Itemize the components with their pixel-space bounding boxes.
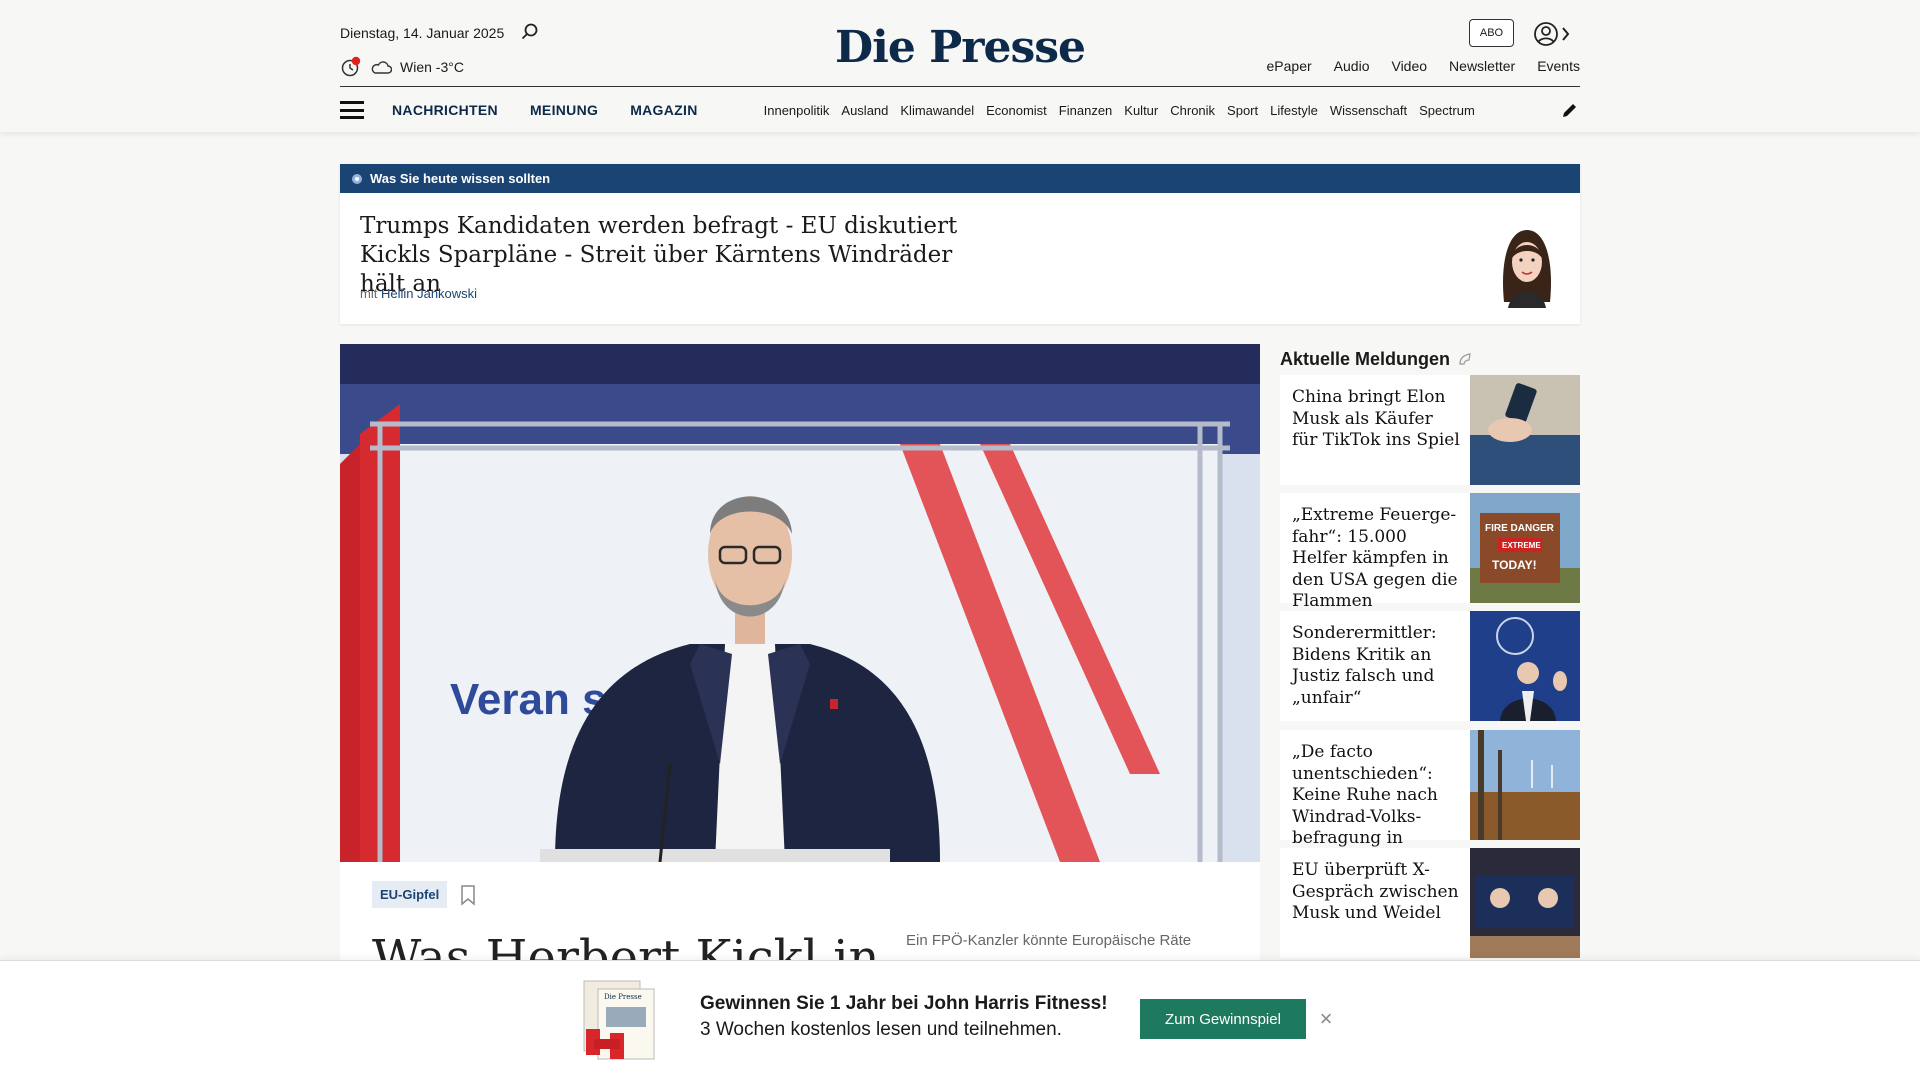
nav-meinung[interactable]: MEINUNG [530, 102, 598, 118]
subnav-kultur[interactable]: Kultur [1124, 103, 1158, 118]
article-category-tag[interactable]: EU-Gipfel [372, 881, 448, 908]
subnav-wissenschaft[interactable]: Wissenschaft [1330, 103, 1407, 118]
news-item-title[interactable]: EU überprüft X-Gespräch zwischen Musk un… [1280, 848, 1470, 958]
promo-headline: Gewinnen Sie 1 Jahr bei John Harris Fitn… [700, 993, 1108, 1014]
sidebar-title: Aktuelle Meldungen [1280, 348, 1451, 369]
subnav-klimawandel[interactable]: Klimawandel [900, 103, 974, 118]
nav-magazin[interactable]: MAGAZIN [630, 102, 697, 118]
news-item-image [1470, 611, 1580, 721]
author-avatar [1502, 230, 1552, 308]
close-icon[interactable]: × [1316, 1008, 1336, 1030]
main-navigation: NACHRICHTEN MEINUNG MAGAZIN Innenpolitik… [340, 96, 1580, 124]
news-item-image [1470, 730, 1580, 840]
briefing-meta-prefix: mit [360, 286, 378, 301]
toplink-epaper[interactable]: ePaper [1267, 58, 1312, 74]
nav-nachrichten[interactable]: NACHRICHTEN [392, 102, 498, 118]
news-item-image: FIRE DANGER EXTREME TODAY! [1470, 493, 1580, 603]
news-sidebar: Aktuelle Meldungen China bringt Elon Mus… [1280, 344, 1580, 958]
hero-image[interactable]: Veran sterreich [340, 344, 1260, 862]
news-item[interactable]: EU überprüft X-Gespräch zwischen Musk un… [1280, 848, 1580, 958]
svg-text:EXTREME: EXTREME [1502, 541, 1541, 550]
pencil-icon[interactable] [1560, 100, 1580, 120]
site-logo[interactable]: Die Presse [0, 22, 1920, 73]
news-item[interactable]: China bringt Elon Musk als Käufer für Ti… [1280, 375, 1580, 485]
briefing-bar: Was Sie heute wissen sollten [340, 164, 1580, 193]
promo-image: Die Presse [583, 980, 655, 1060]
toplink-newsletter[interactable]: Newsletter [1449, 58, 1515, 74]
daily-briefing[interactable]: Was Sie heute wissen sollten Trumps Kand… [340, 164, 1580, 324]
svg-text:FIRE DANGER: FIRE DANGER [1485, 523, 1555, 534]
news-item-image [1470, 375, 1580, 485]
live-dot-icon [352, 173, 362, 184]
toplink-audio[interactable]: Audio [1334, 58, 1370, 74]
promo-cta-button[interactable]: Zum Gewinnspiel [1140, 999, 1306, 1039]
subnav-lifestyle[interactable]: Lifestyle [1270, 103, 1318, 118]
top-links: ePaper Audio Video Newsletter Events [1267, 58, 1580, 74]
news-item[interactable]: „De facto unentschie­den“: Keine Ruhe na… [1280, 730, 1580, 870]
toplink-events[interactable]: Events [1537, 58, 1580, 74]
sidebar-header: Aktuelle Meldungen [1280, 344, 1580, 374]
svg-text:Die Presse: Die Presse [604, 993, 642, 1001]
subnav-sport[interactable]: Sport [1227, 103, 1258, 118]
subnav-economist[interactable]: Economist [986, 103, 1047, 118]
bookmark-icon[interactable] [460, 884, 476, 906]
news-item-title[interactable]: „De facto unentschie­den“: Keine Ruhe na… [1280, 730, 1470, 870]
news-item[interactable]: „Extreme Feuerge­fahr“: 15.000 Helfer kä… [1280, 493, 1580, 611]
subnav-ausland[interactable]: Ausland [841, 103, 888, 118]
briefing-author-link[interactable]: Hellin Jankowski [381, 286, 477, 301]
nav-divider [340, 86, 1580, 87]
promo-text: Gewinnen Sie 1 Jahr bei John Harris Fitn… [700, 991, 1108, 1043]
subnav-innenpolitik[interactable]: Innenpolitik [764, 103, 830, 118]
subnav-finanzen[interactable]: Finanzen [1059, 103, 1112, 118]
abo-button[interactable]: ABO [1469, 19, 1514, 47]
briefing-label: Was Sie heute wissen sollten [370, 171, 551, 186]
svg-text:TODAY!: TODAY! [1492, 558, 1537, 572]
menu-icon[interactable] [340, 101, 364, 119]
news-item[interactable]: Sonderermittler: Bidens Kritik an Justiz… [1280, 611, 1580, 721]
toplink-video[interactable]: Video [1391, 58, 1427, 74]
briefing-meta: mit Hellin Jankowski [360, 286, 477, 301]
site-header: Dienstag, 14. Januar 2025 Wien -3°C Die … [0, 0, 1920, 132]
promo-banner: Die Presse Gewinnen Sie 1 Jahr bei John … [0, 960, 1920, 1080]
hero-teaser: Ein FPÖ-Kanzler könnte Europäische Räte [906, 932, 1192, 949]
ticker-icon [1459, 353, 1471, 365]
news-item-image [1470, 848, 1580, 958]
news-item-title[interactable]: China bringt Elon Musk als Käufer für Ti… [1280, 375, 1470, 485]
hero-photo: Veran sterreich [340, 344, 1260, 862]
subnav-chronik[interactable]: Chronik [1170, 103, 1215, 118]
promo-subline: 3 Wochen kostenlos lesen und teilnehmen. [700, 1019, 1062, 1040]
section-navigation: Innenpolitik Ausland Klimawandel Economi… [764, 103, 1524, 118]
user-account-icon[interactable] [1532, 20, 1572, 48]
subnav-spectrum[interactable]: Spectrum [1419, 103, 1475, 118]
news-item-title[interactable]: Sonderermittler: Bidens Kritik an Justiz… [1280, 611, 1470, 721]
news-item-title[interactable]: „Extreme Feuerge­fahr“: 15.000 Helfer kä… [1280, 493, 1470, 611]
